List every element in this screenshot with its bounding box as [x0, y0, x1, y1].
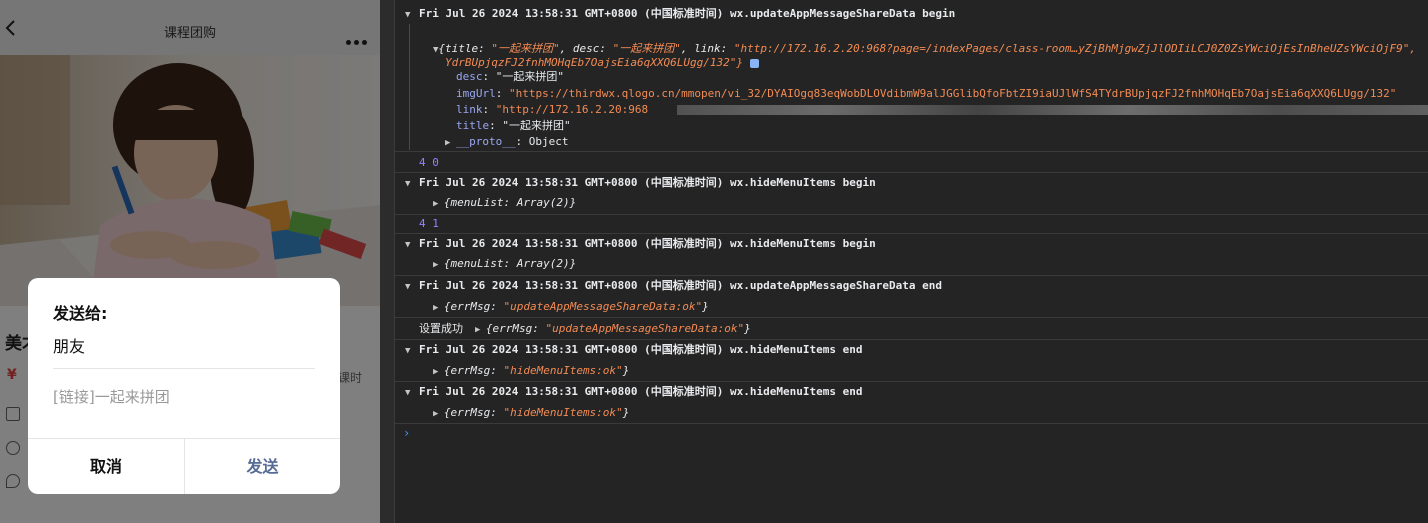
console-log: 设置成功 ▶ {errMsg: "updateAppMessageShareDa… [395, 318, 1428, 340]
object-preview[interactable]: ▶ {errMsg: "hideMenuItems:ok"} [433, 362, 629, 381]
console-group: ▼ Fri Jul 26 2024 13:58:31 GMT+0800 (中国标… [395, 0, 1428, 152]
panel-splitter[interactable] [380, 0, 395, 523]
collapsed-arrow-icon: ▶ [445, 138, 456, 148]
group-toggle[interactable]: ▼ [405, 5, 410, 24]
console-group: ▼ Fri Jul 26 2024 13:58:31 GMT+0800 (中国标… [395, 382, 1428, 424]
indent-guide [409, 24, 410, 150]
cancel-button[interactable]: 取消 [28, 439, 184, 494]
collapsed-arrow-icon: ▶ [433, 303, 444, 313]
phone-simulator: 课程团购 [0, 0, 380, 523]
console-log: 4 1 [395, 215, 1428, 234]
collapsed-arrow-icon: ▶ [433, 367, 444, 377]
expanded-arrow-icon: ▼ [405, 346, 411, 356]
collapsed-arrow-icon: ▶ [433, 260, 444, 270]
expanded-arrow-icon: ▼ [405, 388, 411, 398]
prop-link: link: "http://172.16.2.20:968 [456, 103, 649, 116]
prop-imgurl: imgUrl: "https://thirdwx.qlogo.cn/mmopen… [456, 87, 1397, 100]
group-toggle[interactable]: ▼ [405, 174, 410, 193]
recipient-name: 朋友 [53, 337, 86, 356]
console-group: ▼ Fri Jul 26 2024 13:58:31 GMT+0800 (中国标… [395, 276, 1428, 318]
group-toggle[interactable]: ▼ [405, 341, 410, 360]
console-group: ▼ Fri Jul 26 2024 13:58:31 GMT+0800 (中国标… [395, 234, 1428, 276]
group-toggle[interactable]: ▼ [405, 235, 410, 254]
group-header[interactable]: Fri Jul 26 2024 13:58:31 GMT+0800 (中国标准时… [419, 341, 863, 358]
collapsed-arrow-icon: ▶ [433, 199, 444, 209]
info-badge-icon [749, 58, 759, 68]
send-to-label: 发送给: [53, 304, 108, 323]
prop-proto[interactable]: ▶ __proto__: Object [445, 133, 568, 152]
console-group: ▼ Fri Jul 26 2024 13:58:31 GMT+0800 (中国标… [395, 173, 1428, 215]
group-toggle[interactable]: ▼ [405, 383, 410, 402]
console-group: ▼ Fri Jul 26 2024 13:58:31 GMT+0800 (中国标… [395, 340, 1428, 382]
expanded-arrow-icon: ▼ [405, 282, 411, 292]
collapsed-arrow-icon: ▶ [433, 409, 444, 419]
object-preview[interactable]: ▶ {errMsg: "hideMenuItems:ok"} [433, 404, 629, 423]
group-header[interactable]: Fri Jul 26 2024 13:58:31 GMT+0800 (中国标准时… [419, 5, 955, 22]
log-text: 4 0 [419, 156, 439, 169]
prop-title: title: "一起来拼团" [456, 119, 571, 132]
log-text: 4 1 [419, 217, 439, 230]
log-text: 设置成功 [419, 322, 463, 335]
divider [53, 368, 315, 369]
share-dialog: 发送给: 朋友 [链接]一起来拼团 取消 发送 [28, 278, 340, 494]
dialog-buttons: 取消 发送 [28, 438, 340, 494]
collapsed-arrow-icon: ▶ [475, 325, 486, 335]
redacted-area [677, 105, 1428, 115]
expanded-arrow-icon: ▼ [405, 240, 411, 250]
prop-desc: desc: "一起来拼团" [456, 70, 564, 83]
group-toggle[interactable]: ▼ [405, 277, 410, 296]
object-preview[interactable]: ▶ {menuList: Array(2)} [433, 255, 576, 274]
group-header[interactable]: Fri Jul 26 2024 13:58:31 GMT+0800 (中国标准时… [419, 383, 863, 400]
link-preview: [链接]一起来拼团 [53, 388, 170, 406]
group-header[interactable]: Fri Jul 26 2024 13:58:31 GMT+0800 (中国标准时… [419, 174, 876, 191]
object-preview[interactable]: ▶ {menuList: Array(2)} [433, 194, 576, 213]
devtools-console: ▼ Fri Jul 26 2024 13:58:31 GMT+0800 (中国标… [395, 0, 1428, 523]
console-log: 4 0 [395, 152, 1428, 173]
expanded-arrow-icon: ▼ [405, 179, 411, 189]
console-prompt-icon[interactable]: › [403, 426, 410, 440]
group-header[interactable]: Fri Jul 26 2024 13:58:31 GMT+0800 (中国标准时… [419, 277, 942, 294]
send-button[interactable]: 发送 [185, 439, 340, 494]
object-preview[interactable]: ▶ {errMsg: "updateAppMessageShareData:ok… [433, 298, 709, 317]
group-header[interactable]: Fri Jul 26 2024 13:58:31 GMT+0800 (中国标准时… [419, 235, 876, 252]
object-preview[interactable]: ▶ {errMsg: "updateAppMessageShareData:ok… [475, 320, 751, 339]
expanded-arrow-icon: ▼ [405, 10, 411, 20]
